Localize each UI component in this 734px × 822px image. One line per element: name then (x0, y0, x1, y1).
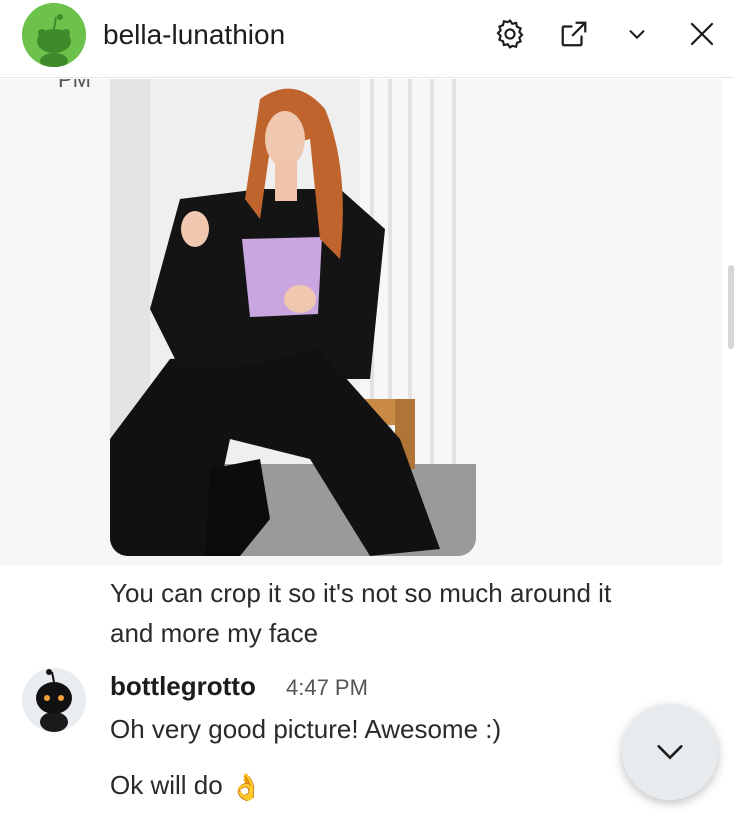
chat-header: bella-lunathion (0, 0, 734, 78)
message-text-line: Oh very good picture! Awesome :) (110, 714, 502, 744)
message-text-line: You can crop it so it's not so much arou… (110, 578, 612, 608)
reddit-snoo-avatar-icon[interactable] (22, 3, 86, 67)
settings-gear-icon[interactable] (490, 14, 530, 54)
message-text-line-with-emoji: Ok will do 👌 (110, 765, 262, 807)
message-timestamp: 4:47 PM (286, 675, 368, 700)
user-avatar-icon[interactable] (22, 668, 86, 732)
message-list[interactable]: PM You can crop it so it's not so much a… (0, 79, 734, 822)
chevron-down-icon[interactable] (617, 14, 657, 54)
chevron-down-icon (657, 745, 683, 760)
scroll-to-bottom-button[interactable] (622, 704, 718, 800)
message-author[interactable]: bottlegrotto (110, 671, 256, 702)
scrollbar-thumb[interactable] (728, 265, 734, 349)
close-icon[interactable] (682, 14, 722, 54)
message-text: Ok will do (110, 770, 223, 800)
message-image[interactable] (110, 79, 476, 556)
partial-timestamp: PM (58, 79, 91, 92)
chat-title: bella-lunathion (103, 19, 286, 50)
open-in-new-window-icon[interactable] (554, 14, 594, 54)
message-text-line: and more my face (110, 618, 319, 648)
ok-hand-emoji-icon: 👌 (229, 772, 263, 803)
